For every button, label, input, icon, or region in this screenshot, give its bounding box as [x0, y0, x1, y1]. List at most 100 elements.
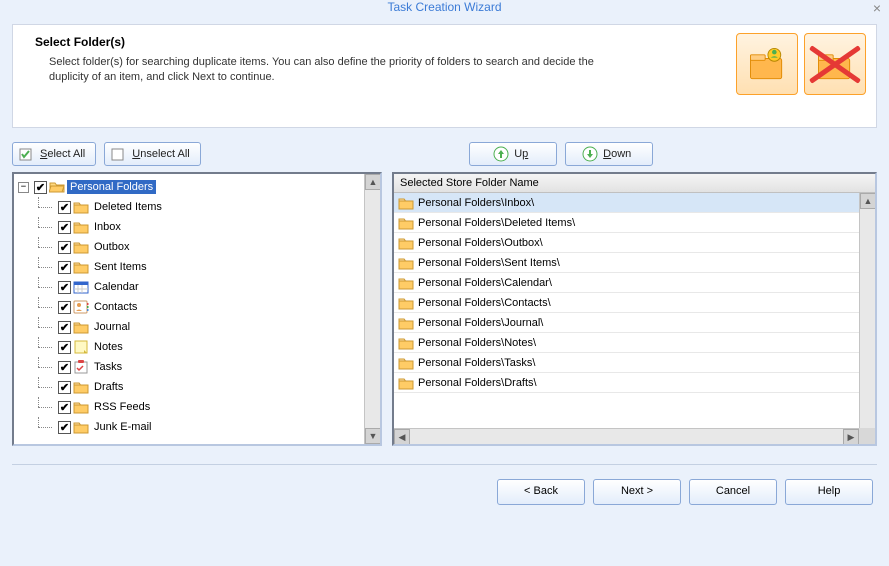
tree-child-node[interactable]: ✔ Deleted Items: [18, 197, 380, 217]
cancel-button[interactable]: Cancel: [689, 479, 777, 505]
scroll-corner: [859, 428, 875, 444]
tree-checkbox[interactable]: ✔: [34, 181, 47, 194]
tree-checkbox[interactable]: ✔: [58, 201, 71, 214]
tree-child-node[interactable]: ✔ Inbox: [18, 217, 380, 237]
tree-checkbox[interactable]: ✔: [58, 401, 71, 414]
scroll-down-icon[interactable]: ▼: [365, 428, 381, 444]
folder-tree-panel: −✔Personal Folders✔Deleted Items✔Inbox✔O…: [12, 172, 382, 446]
tree-child-node[interactable]: ✔ Outbox: [18, 237, 380, 257]
tree-checkbox[interactable]: ✔: [58, 321, 71, 334]
tree-node-label[interactable]: Inbox: [91, 220, 124, 234]
list-row-path: Personal Folders\Inbox\: [418, 197, 534, 209]
folder-icon: [398, 236, 414, 250]
tree-child-node[interactable]: ✔ Journal: [18, 317, 380, 337]
arrow-up-icon: [493, 146, 509, 162]
list-row-path: Personal Folders\Calendar\: [418, 277, 552, 289]
open-folder-icon: [49, 180, 65, 194]
list-row[interactable]: Personal Folders\Deleted Items\: [394, 213, 875, 233]
tree-vertical-scrollbar[interactable]: ▲ ▼: [364, 174, 380, 444]
list-column-header[interactable]: Selected Store Folder Name: [394, 174, 875, 193]
list-horizontal-scrollbar[interactable]: ◀ ▶: [394, 428, 859, 444]
folder-icon: [398, 216, 414, 230]
tree-node-label[interactable]: RSS Feeds: [91, 400, 153, 414]
select-all-button[interactable]: SSelect Allelect All: [12, 142, 96, 166]
list-row[interactable]: Personal Folders\Outbox\: [394, 233, 875, 253]
list-row[interactable]: Personal Folders\Notes\: [394, 333, 875, 353]
unselect-all-icon: [111, 146, 127, 162]
folder-icon: [398, 376, 414, 390]
scroll-right-icon[interactable]: ▶: [843, 429, 859, 444]
tree-checkbox[interactable]: ✔: [58, 361, 71, 374]
close-icon[interactable]: ×: [873, 0, 881, 16]
list-vertical-scrollbar[interactable]: ▲ ▼: [859, 193, 875, 444]
folder-icon: [73, 400, 89, 414]
folder-icon: [73, 420, 89, 434]
tree-checkbox[interactable]: ✔: [58, 241, 71, 254]
folder-icon: [398, 316, 414, 330]
folder-icon: [73, 380, 89, 394]
tree-root-node[interactable]: −✔ Personal Folders: [18, 177, 380, 197]
back-button[interactable]: < Back: [497, 479, 585, 505]
list-row-path: Personal Folders\Drafts\: [418, 377, 537, 389]
tree-checkbox[interactable]: ✔: [58, 301, 71, 314]
page-description: Select folder(s) for searching duplicate…: [49, 55, 609, 85]
tree-node-label[interactable]: Sent Items: [91, 260, 150, 274]
tree-child-node[interactable]: ✔ Notes: [18, 337, 380, 357]
tree-node-label[interactable]: Junk E-mail: [91, 420, 154, 434]
tree-node-label[interactable]: Drafts: [91, 380, 126, 394]
wizard-header: Select Folder(s) Select folder(s) for se…: [12, 24, 877, 128]
move-down-button[interactable]: Down: [565, 142, 653, 166]
folders-illustration-icon: [736, 33, 798, 95]
tree-child-node[interactable]: ✔ Drafts: [18, 377, 380, 397]
tree-node-label[interactable]: Outbox: [91, 240, 132, 254]
list-row-path: Personal Folders\Journal\: [418, 317, 543, 329]
tree-child-node[interactable]: ✔ Sent Items: [18, 257, 380, 277]
tree-child-node[interactable]: ✔ RSS Feeds: [18, 397, 380, 417]
list-row[interactable]: Personal Folders\Sent Items\: [394, 253, 875, 273]
tree-child-node[interactable]: ✔ Tasks: [18, 357, 380, 377]
folder-icon: [398, 336, 414, 350]
tree-checkbox[interactable]: ✔: [58, 381, 71, 394]
unselect-all-button[interactable]: Unselect All: [104, 142, 200, 166]
list-row[interactable]: Personal Folders\Calendar\: [394, 273, 875, 293]
tree-child-node[interactable]: ✔ Calendar: [18, 277, 380, 297]
tree-node-label[interactable]: Calendar: [91, 280, 142, 294]
tree-node-label[interactable]: Notes: [91, 340, 126, 354]
tree-node-label[interactable]: Journal: [91, 320, 133, 334]
expander-icon[interactable]: −: [18, 182, 29, 193]
list-row[interactable]: Personal Folders\Journal\: [394, 313, 875, 333]
notes-icon: [73, 340, 89, 354]
scroll-left-icon[interactable]: ◀: [394, 429, 410, 444]
move-up-button[interactable]: Up: [469, 142, 557, 166]
list-row-path: Personal Folders\Outbox\: [418, 237, 543, 249]
list-row-path: Personal Folders\Sent Items\: [418, 257, 560, 269]
footer-divider: [12, 464, 877, 465]
tree-child-node[interactable]: ✔ Junk E-mail: [18, 417, 380, 437]
next-button[interactable]: Next >: [593, 479, 681, 505]
scroll-up-icon[interactable]: ▲: [860, 193, 875, 209]
folder-icon: [398, 196, 414, 210]
list-row-path: Personal Folders\Tasks\: [418, 357, 535, 369]
list-row[interactable]: Personal Folders\Inbox\: [394, 193, 875, 213]
arrow-down-icon: [582, 146, 598, 162]
help-button[interactable]: Help: [785, 479, 873, 505]
tree-node-label[interactable]: Deleted Items: [91, 200, 165, 214]
folder-icon: [73, 220, 89, 234]
tree-checkbox[interactable]: ✔: [58, 221, 71, 234]
tree-checkbox[interactable]: ✔: [58, 421, 71, 434]
tree-checkbox[interactable]: ✔: [58, 341, 71, 354]
scroll-up-icon[interactable]: ▲: [365, 174, 381, 190]
list-row-path: Personal Folders\Deleted Items\: [418, 217, 575, 229]
list-row[interactable]: Personal Folders\Drafts\: [394, 373, 875, 393]
tree-child-node[interactable]: ✔ Contacts: [18, 297, 380, 317]
calendar-icon: [73, 280, 89, 294]
list-row[interactable]: Personal Folders\Contacts\: [394, 293, 875, 313]
contacts-icon: [73, 300, 89, 314]
tree-checkbox[interactable]: ✔: [58, 281, 71, 294]
tree-checkbox[interactable]: ✔: [58, 261, 71, 274]
tree-node-label[interactable]: Tasks: [91, 360, 125, 374]
tree-node-label[interactable]: Personal Folders: [67, 180, 156, 194]
list-row[interactable]: Personal Folders\Tasks\: [394, 353, 875, 373]
tree-node-label[interactable]: Contacts: [91, 300, 140, 314]
folder-icon: [73, 260, 89, 274]
